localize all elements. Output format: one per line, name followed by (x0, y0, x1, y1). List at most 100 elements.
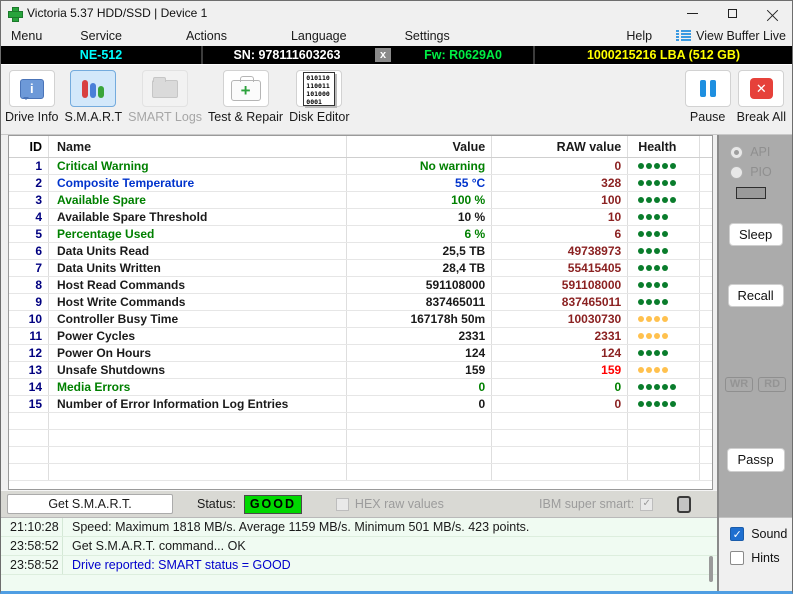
get-smart-button[interactable]: Get S.M.A.R.T. (7, 494, 173, 514)
disk-editor-button[interactable]: 010110 110011 101000 0001 Disk Editor (289, 70, 349, 124)
hex-raw-label: HEX raw values (355, 497, 444, 511)
menu-item-menu[interactable]: Menu (1, 27, 52, 45)
health-dot (638, 197, 644, 203)
maximize-icon (728, 9, 737, 18)
attr-name: Host Read Commands (49, 277, 347, 293)
sleep-button[interactable]: Sleep (729, 223, 783, 246)
attr-health-dots (628, 209, 700, 225)
log-panel[interactable]: 21:10:28 Speed: Maximum 1818 MB/s. Avera… (1, 517, 717, 591)
pause-button[interactable]: Pause (685, 70, 731, 124)
attr-id: 10 (9, 311, 49, 327)
device-close-button[interactable]: x (375, 48, 391, 62)
pio-radio-row[interactable]: PIO (730, 165, 792, 179)
maximize-button[interactable] (712, 1, 752, 25)
health-dot (638, 231, 644, 237)
table-row[interactable]: 5 Percentage Used 6 % 6 (9, 226, 712, 243)
table-row[interactable]: 3 Available Spare 100 % 100 (9, 192, 712, 209)
table-row[interactable]: 14 Media Errors 0 0 (9, 379, 712, 396)
header-name[interactable]: Name (49, 136, 347, 157)
table-row[interactable]: 4 Available Spare Threshold 10 % 10 (9, 209, 712, 226)
log-time: 23:58:52 (1, 556, 63, 574)
ibm-super-smart-checkbox[interactable]: ✓ (640, 498, 653, 511)
pio-radio[interactable] (730, 166, 743, 179)
table-row[interactable]: 8 Host Read Commands 591108000 591108000 (9, 277, 712, 294)
hints-checkbox-row[interactable]: Hints (730, 551, 792, 565)
log-entry[interactable]: 23:58:52 Get S.M.A.R.T. command... OK (1, 537, 717, 556)
health-dot (646, 231, 652, 237)
window-title: Victoria 5.37 HDD/SSD | Device 1 (27, 6, 207, 20)
attr-id (9, 447, 49, 463)
table-row[interactable]: 15 Number of Error Information Log Entri… (9, 396, 712, 413)
sound-label: Sound (751, 527, 787, 541)
attr-name: Percentage Used (49, 226, 347, 242)
log-entry[interactable]: 21:10:28 Speed: Maximum 1818 MB/s. Avera… (1, 518, 717, 537)
table-row[interactable]: 12 Power On Hours 124 124 (9, 345, 712, 362)
health-dot (646, 333, 652, 339)
table-row[interactable]: 2 Composite Temperature 55 °C 328 (9, 175, 712, 192)
table-row[interactable]: 1 Critical Warning No warning 0 (9, 158, 712, 175)
health-dot (662, 384, 668, 390)
attr-id: 5 (9, 226, 49, 242)
table-row[interactable]: 6 Data Units Read 25,5 TB 49738973 (9, 243, 712, 260)
table-row[interactable]: 13 Unsafe Shutdowns 159 159 (9, 362, 712, 379)
attr-id (9, 413, 49, 429)
health-dot (662, 401, 668, 407)
close-button[interactable] (752, 1, 792, 25)
menu-item-language[interactable]: Language (281, 27, 357, 45)
break-all-button[interactable]: ✕ Break All (737, 70, 786, 124)
attr-id: 1 (9, 158, 49, 174)
health-dot (654, 180, 660, 186)
attr-id: 14 (9, 379, 49, 395)
health-dot (662, 282, 668, 288)
header-raw[interactable]: RAW value (492, 136, 628, 157)
drive-info-button[interactable]: i Drive Info (5, 70, 59, 124)
header-value[interactable]: Value (347, 136, 492, 157)
sound-checkbox[interactable]: ✓ (730, 527, 744, 541)
table-row[interactable]: 9 Host Write Commands 837465011 83746501… (9, 294, 712, 311)
table-row[interactable]: 7 Data Units Written 28,4 TB 55415405 (9, 260, 712, 277)
menu-item-help[interactable]: Help (616, 27, 662, 45)
smart-label: S.M.A.R.T (65, 110, 123, 124)
attr-name: Number of Error Information Log Entries (49, 396, 347, 412)
minimize-button[interactable] (672, 1, 712, 25)
api-radio-row[interactable]: API (730, 145, 792, 159)
health-dot (662, 333, 668, 339)
menu-item-settings[interactable]: Settings (395, 27, 460, 45)
api-radio[interactable] (730, 146, 743, 159)
health-dot (662, 265, 668, 271)
sound-checkbox-row[interactable]: ✓ Sound (730, 527, 792, 541)
log-time: 23:58:52 (1, 537, 63, 555)
indicator-box[interactable] (677, 496, 691, 513)
health-dot (662, 316, 668, 322)
header-id[interactable]: ID (9, 136, 49, 157)
hints-checkbox[interactable] (730, 551, 744, 565)
attr-raw-value: 591108000 (492, 277, 628, 293)
table-row-empty[interactable] (9, 447, 712, 464)
smart-logs-button: SMART Logs (128, 70, 202, 124)
table-row-empty[interactable] (9, 430, 712, 447)
test-repair-button[interactable]: + Test & Repair (208, 70, 283, 124)
table-row[interactable]: 10 Controller Busy Time 167178h 50m 1003… (9, 311, 712, 328)
log-scrollbar[interactable] (707, 518, 716, 591)
passp-button[interactable]: Passp (727, 448, 785, 472)
attr-raw-value: 124 (492, 345, 628, 361)
health-dot (638, 401, 644, 407)
log-entry[interactable]: 23:58:52 Drive reported: SMART status = … (1, 556, 717, 575)
header-health[interactable]: Health (628, 136, 700, 157)
attr-id: 8 (9, 277, 49, 293)
menu-item-actions[interactable]: Actions (176, 27, 237, 45)
table-row[interactable]: 11 Power Cycles 2331 2331 (9, 328, 712, 345)
recall-button[interactable]: Recall (728, 284, 784, 307)
table-row-empty[interactable] (9, 464, 712, 481)
attr-id: 9 (9, 294, 49, 310)
health-dot (646, 350, 652, 356)
attr-health-dots (628, 277, 700, 293)
menu-item-service[interactable]: Service (70, 27, 132, 45)
smart-button[interactable]: S.M.A.R.T (65, 70, 123, 124)
hex-raw-checkbox[interactable] (336, 498, 349, 511)
log-scrollbar-thumb[interactable] (709, 556, 713, 582)
view-buffer-live-button[interactable]: View Buffer Live (676, 29, 792, 43)
attr-health-dots (628, 311, 700, 327)
attr-value: 10 % (347, 209, 492, 225)
table-row-empty[interactable] (9, 413, 712, 430)
